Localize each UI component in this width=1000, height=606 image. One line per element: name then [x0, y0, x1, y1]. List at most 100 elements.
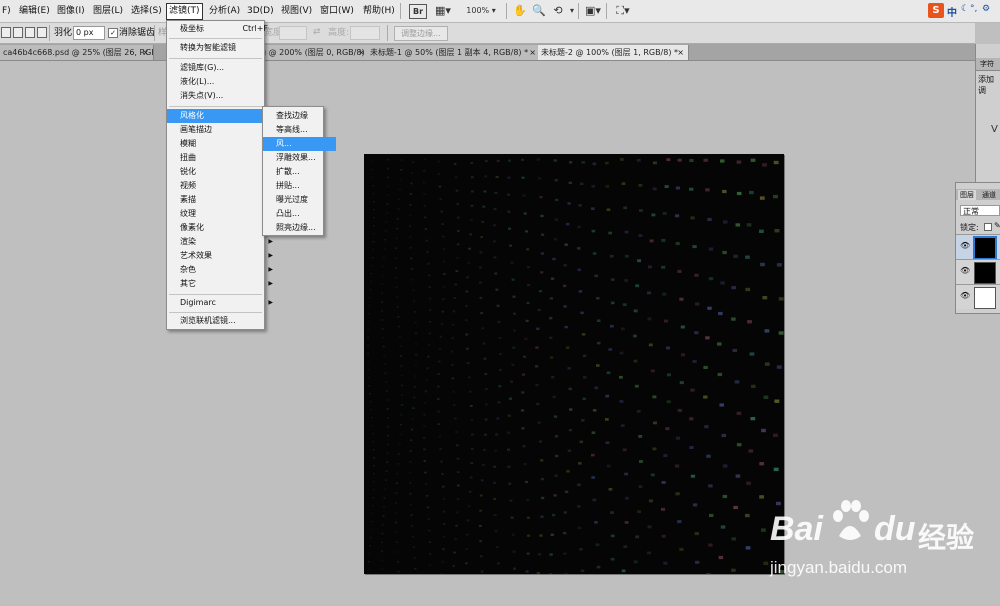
submenu-arrow-icon: ▶ [268, 280, 273, 287]
swap-icon[interactable]: ⇄ [313, 27, 321, 37]
zoom-level-dropdown[interactable]: 100% ▾ [463, 3, 499, 19]
menu-item-browse-online-filters[interactable]: 浏览联机滤镜... [167, 314, 277, 328]
menu-item-vanishing-point[interactable]: 消失点(V)... [167, 89, 277, 103]
canvas-dot [456, 203, 459, 206]
refine-edge-button[interactable]: 调整边缘... [394, 26, 448, 41]
menu-item-texture[interactable]: 纹理▶ [167, 207, 277, 221]
menu-item-brush-strokes[interactable]: 画笔描边▶ [167, 123, 277, 137]
canvas-dot [398, 198, 401, 200]
menu-edit[interactable]: 编辑(E) [17, 4, 52, 19]
height-input[interactable] [350, 26, 380, 40]
canvas-dot [689, 187, 694, 191]
submenu-item-solarize[interactable]: 曝光过度 [263, 193, 336, 207]
menu-item-distort[interactable]: 扭曲▶ [167, 151, 277, 165]
layer-row-1[interactable]: 👁 [956, 234, 1000, 260]
bridge-button[interactable]: Br [409, 4, 427, 19]
antialias-checkbox[interactable]: ✓ [108, 28, 118, 38]
submenu-item-wind[interactable]: 风... [263, 137, 336, 151]
feather-input[interactable]: 0 px [73, 26, 105, 40]
submenu-item-tiles[interactable]: 拼贴... [263, 179, 336, 193]
menu-select[interactable]: 选择(S) [129, 4, 164, 19]
canvas-dot [736, 191, 742, 196]
menu-item-sketch[interactable]: 素描▶ [167, 193, 277, 207]
canvas-dot [400, 365, 403, 367]
menu-item-other[interactable]: 其它 ▶ [167, 277, 277, 291]
view-extras-button[interactable]: ▦▾ [432, 3, 454, 19]
item-label: 照亮边缘... [276, 223, 316, 232]
menu-3d[interactable]: 3D(D) [245, 4, 276, 19]
menu-item-render[interactable]: 渲染 ▶ [167, 235, 277, 249]
menu-item-blur[interactable]: 模糊▶ [167, 137, 277, 151]
layer-row-2[interactable]: 👁 [956, 259, 1000, 284]
document-canvas[interactable] [364, 154, 784, 574]
blend-mode-select[interactable]: 正常 [960, 205, 1000, 216]
lock-transparency-icon[interactable] [984, 223, 992, 231]
hand-tool-icon[interactable]: ✋ [512, 3, 528, 19]
submenu-item-find-edges[interactable]: 查找边缘 [263, 109, 336, 123]
layer-row-3[interactable]: 👁 [956, 284, 1000, 309]
menu-item-sharpen[interactable]: 锐化▶ [167, 165, 277, 179]
selection-new-icon[interactable] [1, 27, 11, 38]
tab-channels[interactable]: 通道 [980, 190, 998, 200]
ime-toolbar[interactable]: S 中 ☾ °, ⚙ [928, 3, 996, 19]
menu-file[interactable]: F) [0, 4, 13, 19]
menu-layer[interactable]: 图层(L) [91, 4, 125, 19]
menu-item-pixelate[interactable]: 像素化▶ [167, 221, 277, 235]
menu-item-stylize[interactable]: 风格化▶ [167, 109, 277, 123]
menu-item-polar-coordinates[interactable]: 极坐标 Ctrl+F [167, 22, 277, 36]
tab-document-1[interactable]: ca46b4c668.psd @ 25% (图层 26, RGB/8) * × [0, 45, 154, 60]
arrange-documents-button[interactable]: ▣▾ [582, 3, 604, 19]
selection-add-icon[interactable] [13, 27, 23, 38]
menu-item-liquify[interactable]: 液化(L)... [167, 75, 277, 89]
tab-document-3[interactable]: 未标题-1 @ 50% (图层 1 副本 4, RGB/8) * × [367, 45, 541, 60]
item-label: 扩散... [276, 167, 300, 176]
visibility-eye-icon[interactable]: 👁 [960, 241, 970, 250]
canvas-dot [395, 531, 398, 534]
canvas-dot [410, 257, 413, 260]
menu-item-filter-gallery[interactable]: 滤镜库(G)... [167, 61, 277, 75]
close-icon[interactable]: × [142, 45, 149, 60]
menu-item-convert-smart-filter[interactable]: 转换为智能滤镜 [167, 41, 277, 55]
submenu-item-trace-contour[interactable]: 等高线... [263, 123, 336, 137]
close-icon[interactable]: × [677, 45, 684, 60]
visibility-eye-icon[interactable]: 👁 [960, 291, 970, 300]
close-icon[interactable]: × [529, 45, 536, 60]
canvas-dot [371, 432, 374, 435]
canvas-dot [763, 395, 769, 399]
menu-item-digimarc[interactable]: Digimarc ▶ [167, 296, 277, 310]
chevron-down-icon[interactable]: ▾ [567, 3, 577, 19]
lock-paint-icon[interactable]: ✎ [994, 221, 1000, 230]
submenu-item-emboss[interactable]: 浮雕效果... [263, 151, 336, 165]
canvas-dot [750, 417, 756, 421]
separator [506, 3, 507, 19]
menu-help[interactable]: 帮助(H) [361, 4, 397, 19]
width-input[interactable] [279, 26, 307, 40]
menu-item-noise[interactable]: 杂色 ▶ [167, 263, 277, 277]
close-icon[interactable]: × [358, 45, 365, 60]
menu-analysis[interactable]: 分析(A) [207, 4, 242, 19]
visibility-eye-icon[interactable]: 👁 [960, 266, 970, 275]
tab-document-4[interactable]: 未标题-2 @ 100% (图层 1, RGB/8) * × [538, 45, 689, 60]
menu-filter[interactable]: 滤镜(T) [166, 3, 203, 20]
submenu-item-extrude[interactable]: 凸出... [263, 207, 336, 221]
selection-subtract-icon[interactable] [25, 27, 35, 38]
canvas-dot [411, 418, 414, 420]
menu-image[interactable]: 图像(I) [55, 4, 87, 19]
zoom-tool-icon[interactable]: 🔍 [531, 3, 547, 19]
rotate-view-icon[interactable]: ⟲ [550, 3, 566, 19]
menu-view[interactable]: 视图(V) [279, 4, 314, 19]
tab-character[interactable]: 字符 [978, 59, 996, 69]
screen-mode-button[interactable]: ⛶▾ [611, 3, 635, 19]
selection-intersect-icon[interactable] [37, 27, 47, 38]
zoom-value: 100% [466, 6, 490, 15]
canvas-dot [452, 310, 456, 313]
canvas-dot [437, 173, 441, 175]
submenu-item-glowing-edges[interactable]: 照亮边缘... [263, 221, 336, 235]
menu-item-video[interactable]: 视频▶ [167, 179, 277, 193]
menu-item-artistic[interactable]: 艺术效果 ▶ [167, 249, 277, 263]
menu-window[interactable]: 窗口(W) [318, 4, 356, 19]
canvas-dot [720, 159, 725, 163]
item-label: 查找边缘 [276, 111, 308, 120]
submenu-item-diffuse[interactable]: 扩散... [263, 165, 336, 179]
tab-layers[interactable]: 图层 [958, 190, 976, 200]
